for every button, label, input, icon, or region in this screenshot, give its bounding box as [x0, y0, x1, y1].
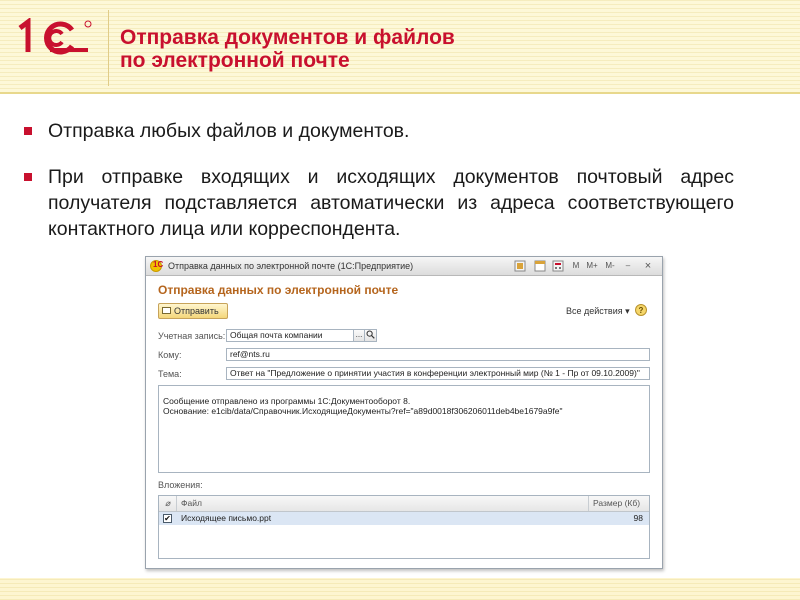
- message-body[interactable]: Сообщение отправлено из программы 1С:Док…: [158, 385, 650, 473]
- table-row[interactable]: ✔ Исходящее письмо.ppt 98: [159, 512, 649, 525]
- bullet-square-icon: [24, 127, 32, 135]
- memory-minus-button[interactable]: M-: [602, 260, 618, 272]
- body-line: Основание: e1cib/data/Справочник.Исходящ…: [163, 406, 563, 416]
- envelope-icon: [162, 307, 171, 314]
- column-divider: [176, 496, 177, 511]
- help-button[interactable]: ?: [635, 304, 647, 316]
- bullet-list: Отправка любых файлов и документов. При …: [24, 118, 734, 262]
- slide-header: Отправка документов и файлов по электрон…: [0, 0, 800, 94]
- all-actions-label: Все действия: [566, 306, 623, 316]
- favorites-icon[interactable]: [514, 260, 526, 272]
- to-label: Кому:: [158, 350, 182, 360]
- account-field[interactable]: Общая почта компании: [226, 329, 354, 342]
- memory-button[interactable]: M: [570, 260, 582, 272]
- 1c-logo: [18, 18, 92, 55]
- memory-plus-button[interactable]: M+: [584, 260, 600, 272]
- minimize-button[interactable]: –: [622, 260, 634, 272]
- all-actions-menu[interactable]: Все действия ▾: [566, 306, 630, 317]
- header-rule: [0, 92, 800, 94]
- search-icon: [366, 330, 375, 339]
- account-search-button[interactable]: [364, 329, 377, 342]
- slide-title: Отправка документов и файлов по электрон…: [120, 26, 620, 72]
- email-window: 1C Отправка данных по электронной почте …: [145, 256, 663, 569]
- form-title: Отправка данных по электронной почте: [158, 283, 399, 297]
- bullet-square-icon: [24, 173, 32, 181]
- bullet-text: При отправке входящих и исходящих докуме…: [48, 166, 734, 240]
- 1c-app-icon: 1C: [150, 260, 163, 272]
- bullet-text: Отправка любых файлов и документов.: [48, 120, 410, 142]
- dropdown-arrow-icon: ▾: [625, 306, 630, 316]
- close-button[interactable]: ×: [642, 260, 654, 272]
- slide-title-line1: Отправка документов и файлов: [120, 26, 455, 49]
- attachments-table: ⌀ Файл Размер (Кб) ✔ Исходящее письмо.pp…: [158, 495, 650, 559]
- send-button[interactable]: Отправить: [158, 303, 228, 319]
- bullet-item: Отправка любых файлов и документов.: [24, 118, 734, 144]
- calculator-icon[interactable]: [552, 260, 564, 272]
- to-field[interactable]: ref@nts.ru: [226, 348, 650, 361]
- attachments-header: ⌀ Файл Размер (Кб): [159, 496, 649, 512]
- attachment-file-name: Исходящее письмо.ppt: [181, 513, 272, 523]
- slide-footer: [0, 578, 800, 600]
- column-divider: [588, 496, 589, 511]
- attachments-label: Вложения:: [158, 480, 203, 490]
- subject-field[interactable]: Ответ на "Предложение о принятии участия…: [226, 367, 650, 380]
- window-titlebar[interactable]: 1C Отправка данных по электронной почте …: [146, 257, 662, 276]
- bullet-item: При отправке входящих и исходящих докуме…: [24, 164, 734, 242]
- window-title: Отправка данных по электронной почте (1С…: [168, 261, 414, 271]
- header-divider: [108, 10, 109, 86]
- slide-title-line2: по электронной почте: [120, 49, 350, 72]
- calendar-icon[interactable]: [534, 260, 546, 272]
- account-label: Учетная запись:: [158, 331, 226, 341]
- body-line: Сообщение отправлено из программы 1С:Док…: [163, 396, 411, 406]
- send-button-label: Отправить: [174, 306, 219, 316]
- attachment-checkbox[interactable]: ✔: [163, 514, 172, 523]
- subject-label: Тема:: [158, 369, 182, 379]
- column-header-size[interactable]: Размер (Кб): [593, 498, 640, 508]
- paperclip-icon: ⌀: [165, 498, 171, 508]
- attachment-size: 98: [633, 513, 643, 523]
- column-header-file[interactable]: Файл: [181, 498, 202, 508]
